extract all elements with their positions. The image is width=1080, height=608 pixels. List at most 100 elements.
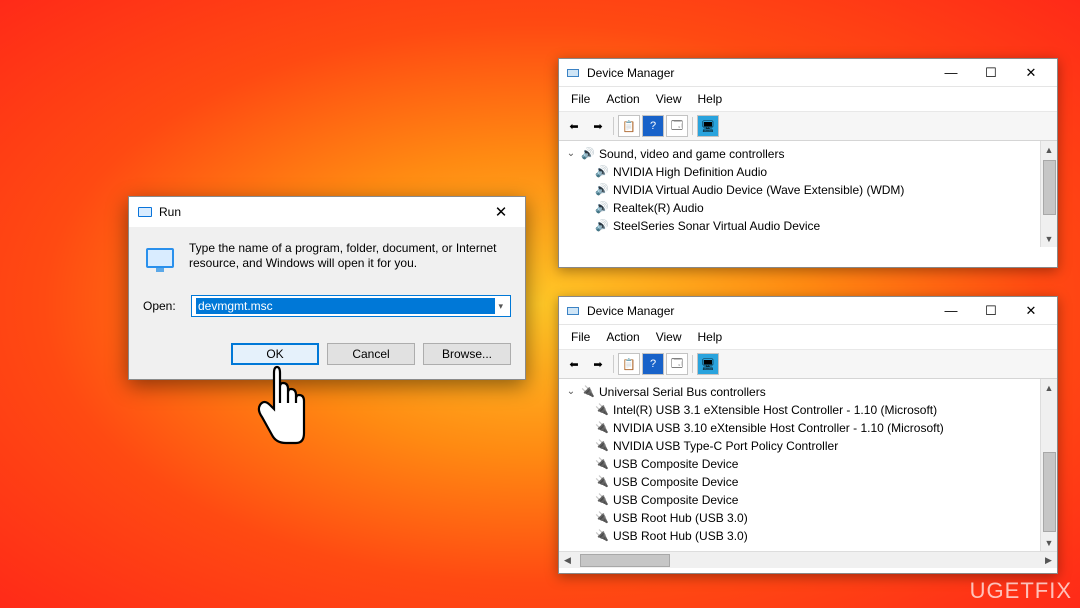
open-combobox[interactable]: ▾	[191, 295, 511, 317]
dm2-titlebar: Device Manager — ☐ ✕	[559, 297, 1057, 325]
open-input[interactable]	[196, 298, 495, 314]
scroll-down-icon[interactable]: ▼	[1041, 230, 1057, 247]
cancel-button[interactable]: Cancel	[327, 343, 415, 365]
tree-item[interactable]: Intel(R) USB 3.1 eXtensible Host Control…	[595, 401, 1051, 419]
close-button[interactable]: ✕	[1011, 61, 1051, 85]
tree-item[interactable]: NVIDIA Virtual Audio Device (Wave Extens…	[595, 181, 1051, 199]
properties-button[interactable]: 📋	[618, 353, 640, 375]
scroll-thumb[interactable]	[1043, 160, 1056, 215]
tree-item[interactable]: USB Root Hub (USB 3.0)	[595, 527, 1051, 545]
item-label: USB Root Hub (USB 3.0)	[613, 527, 748, 545]
back-button[interactable]: ⬅	[563, 115, 585, 137]
monitor-button[interactable]: 🖥	[697, 115, 719, 137]
menu-action[interactable]: Action	[600, 328, 645, 346]
usb-icon	[595, 421, 609, 435]
dm1-toolbar: ⬅ ➡ 📋 ? 🗔 🖥	[559, 112, 1057, 141]
menu-action[interactable]: Action	[600, 90, 645, 108]
tree-category[interactable]: ⌄ Universal Serial Bus controllers	[565, 383, 1051, 401]
minimize-button[interactable]: —	[931, 299, 971, 323]
run-program-icon	[143, 241, 179, 277]
item-label: Intel(R) USB 3.1 eXtensible Host Control…	[613, 401, 937, 419]
usb-icon	[595, 493, 609, 507]
tree-item[interactable]: NVIDIA USB Type-C Port Policy Controller	[595, 437, 1051, 455]
run-body: Type the name of a program, folder, docu…	[129, 227, 525, 331]
dm2-tree: ⌄ Universal Serial Bus controllers Intel…	[559, 379, 1057, 551]
tree-item[interactable]: NVIDIA USB 3.10 eXtensible Host Controll…	[595, 419, 1051, 437]
usb-icon	[595, 439, 609, 453]
item-label: USB Root Hub (USB 3.0)	[613, 509, 748, 527]
dm1-title: Device Manager	[587, 66, 931, 80]
vertical-scrollbar[interactable]: ▲ ▼	[1040, 379, 1057, 551]
scroll-down-icon[interactable]: ▼	[1041, 534, 1057, 551]
close-button[interactable]: ✕	[481, 203, 521, 221]
scroll-up-icon[interactable]: ▲	[1041, 379, 1057, 396]
help-button[interactable]: ?	[642, 353, 664, 375]
forward-button[interactable]: ➡	[587, 115, 609, 137]
device-manager-icon	[565, 65, 581, 81]
browse-button[interactable]: Browse...	[423, 343, 511, 365]
tree-item[interactable]: USB Composite Device	[595, 473, 1051, 491]
menu-file[interactable]: File	[565, 328, 596, 346]
dm1-menubar: File Action View Help	[559, 87, 1057, 112]
help-button[interactable]: ?	[642, 115, 664, 137]
menu-help[interactable]: Help	[692, 328, 729, 346]
run-title: Run	[159, 205, 481, 219]
usb-icon	[595, 475, 609, 489]
scroll-thumb[interactable]	[580, 554, 670, 567]
forward-button[interactable]: ➡	[587, 353, 609, 375]
dm1-tree: ⌄ Sound, video and game controllers NVID…	[559, 141, 1057, 247]
ok-button[interactable]: OK	[231, 343, 319, 365]
minimize-button[interactable]: —	[931, 61, 971, 85]
vertical-scrollbar[interactable]: ▲ ▼	[1040, 141, 1057, 247]
horizontal-scrollbar[interactable]: ◀ ▶	[559, 551, 1057, 568]
back-button[interactable]: ⬅	[563, 353, 585, 375]
menu-file[interactable]: File	[565, 90, 596, 108]
scan-button[interactable]: 🗔	[666, 353, 688, 375]
scroll-up-icon[interactable]: ▲	[1041, 141, 1057, 158]
properties-button[interactable]: 📋	[618, 115, 640, 137]
usb-icon	[595, 403, 609, 417]
maximize-button[interactable]: ☐	[971, 299, 1011, 323]
speaker-icon	[595, 219, 609, 233]
tree-item[interactable]: NVIDIA High Definition Audio	[595, 163, 1051, 181]
scan-button[interactable]: 🗔	[666, 115, 688, 137]
category-label: Universal Serial Bus controllers	[599, 383, 766, 401]
device-manager-window-1: Device Manager — ☐ ✕ File Action View He…	[558, 58, 1058, 268]
menu-view[interactable]: View	[650, 90, 688, 108]
run-titlebar: Run ✕	[129, 197, 525, 227]
device-manager-icon	[565, 303, 581, 319]
dm2-toolbar: ⬅ ➡ 📋 ? 🗔 🖥	[559, 350, 1057, 379]
speaker-icon	[595, 165, 609, 179]
item-label: NVIDIA Virtual Audio Device (Wave Extens…	[613, 181, 904, 199]
scroll-right-icon[interactable]: ▶	[1040, 552, 1057, 569]
device-manager-window-2: Device Manager — ☐ ✕ File Action View He…	[558, 296, 1058, 574]
maximize-button[interactable]: ☐	[971, 61, 1011, 85]
item-label: Realtek(R) Audio	[613, 199, 704, 217]
run-description: Type the name of a program, folder, docu…	[189, 241, 511, 277]
category-label: Sound, video and game controllers	[599, 145, 784, 163]
run-icon	[137, 204, 153, 220]
tree-item[interactable]: Realtek(R) Audio	[595, 199, 1051, 217]
item-label: USB Composite Device	[613, 491, 738, 509]
open-label: Open:	[143, 299, 183, 313]
usb-icon	[595, 529, 609, 543]
tree-item[interactable]: USB Composite Device	[595, 491, 1051, 509]
monitor-button[interactable]: 🖥	[697, 353, 719, 375]
collapse-icon[interactable]: ⌄	[565, 145, 577, 163]
tree-category[interactable]: ⌄ Sound, video and game controllers	[565, 145, 1051, 163]
usb-icon	[595, 457, 609, 471]
scroll-thumb[interactable]	[1043, 452, 1056, 532]
tree-item[interactable]: SteelSeries Sonar Virtual Audio Device	[595, 217, 1051, 235]
item-label: NVIDIA USB 3.10 eXtensible Host Controll…	[613, 419, 944, 437]
scroll-left-icon[interactable]: ◀	[559, 552, 576, 569]
item-label: NVIDIA High Definition Audio	[613, 163, 767, 181]
tree-item[interactable]: USB Composite Device	[595, 455, 1051, 473]
dm2-menubar: File Action View Help	[559, 325, 1057, 350]
item-label: SteelSeries Sonar Virtual Audio Device	[613, 217, 820, 235]
close-button[interactable]: ✕	[1011, 299, 1051, 323]
tree-item[interactable]: USB Root Hub (USB 3.0)	[595, 509, 1051, 527]
chevron-down-icon[interactable]: ▾	[495, 301, 506, 312]
collapse-icon[interactable]: ⌄	[565, 383, 577, 401]
menu-help[interactable]: Help	[692, 90, 729, 108]
menu-view[interactable]: View	[650, 328, 688, 346]
